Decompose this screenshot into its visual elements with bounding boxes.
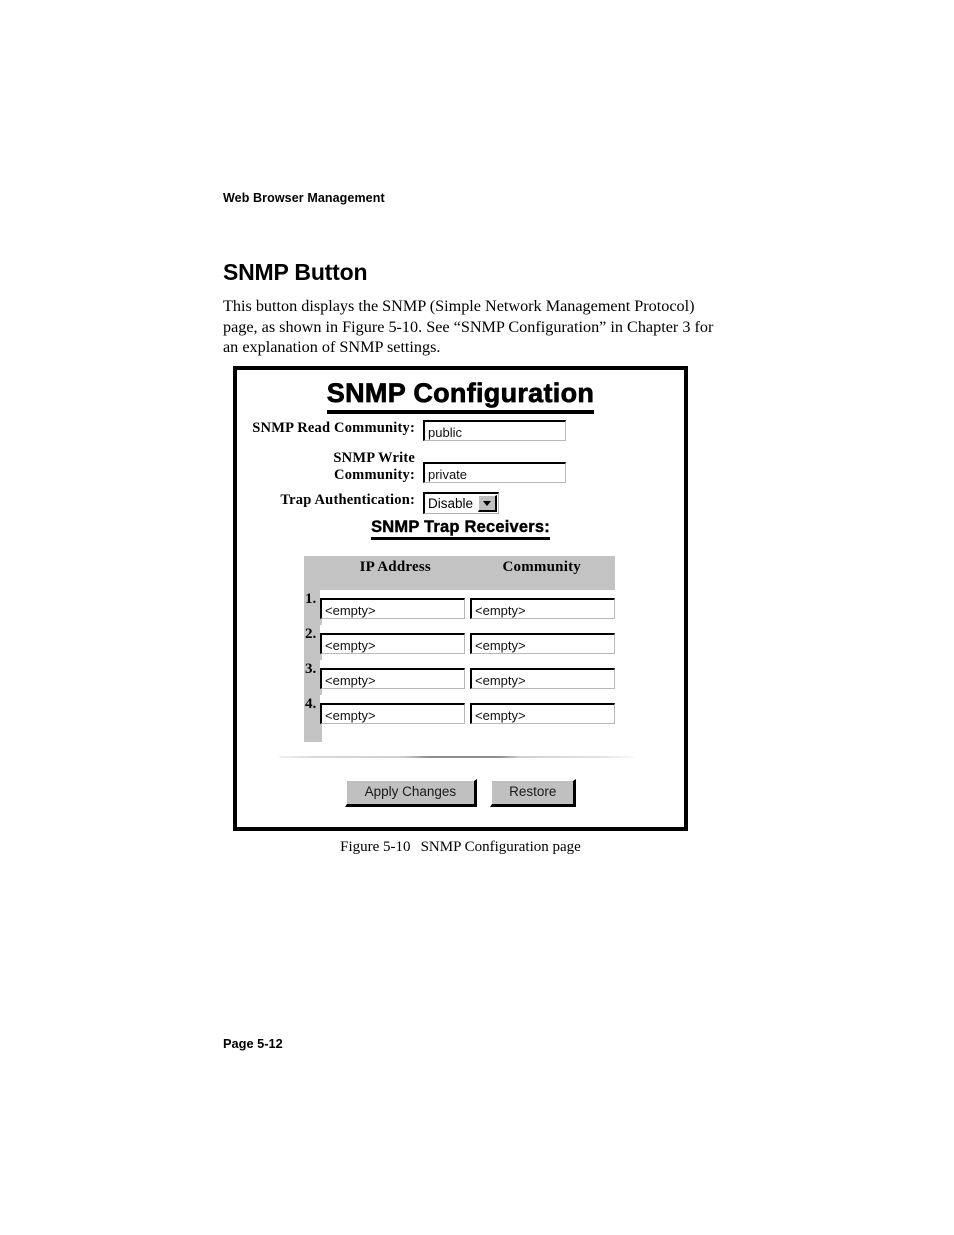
figure-caption-text: SNMP Configuration page <box>420 839 581 855</box>
write-community-control: private <box>423 462 566 483</box>
body-paragraph: This button displays the SNMP (Simple Ne… <box>223 297 714 357</box>
table-body: 1. <empty> <empty> 2. <empty> <empty> 3.… <box>304 590 615 742</box>
column-header-community: Community <box>502 559 581 575</box>
row-number-strip-tail <box>304 730 322 742</box>
trap-authentication-label: Trap Authentication: <box>280 492 415 508</box>
trap-receivers-heading: SNMP Trap Receivers: <box>237 518 684 540</box>
horizontal-divider <box>279 756 634 758</box>
trap-community-input-2[interactable]: <empty> <box>470 633 615 654</box>
table-row: 4. <empty> <empty> <box>304 695 615 730</box>
trap-ip-input-2[interactable]: <empty> <box>320 633 465 654</box>
row-number: 4. <box>305 696 317 712</box>
write-community-label-line1: SNMP Write <box>333 450 415 466</box>
snmp-configuration-page: SNMP Configuration SNMP Read Community: … <box>237 370 684 827</box>
cell-ip-address: <empty> <box>320 625 465 654</box>
trap-ip-input-3[interactable]: <empty> <box>320 668 465 689</box>
form-button-bar: Apply Changes Restore <box>237 779 684 807</box>
cell-ip-address: <empty> <box>320 695 465 724</box>
trap-community-input-1[interactable]: <empty> <box>470 598 615 619</box>
table-row: 1. <empty> <empty> <box>304 590 615 625</box>
trap-authentication-control: Disable <box>423 492 500 514</box>
cell-community: <empty> <box>470 590 615 619</box>
row-number: 2. <box>305 626 317 642</box>
figure-snmp-configuration: SNMP Configuration SNMP Read Community: … <box>233 366 688 831</box>
restore-button[interactable]: Restore <box>490 779 577 807</box>
snmp-page-heading: SNMP Configuration <box>237 378 684 414</box>
write-community-input[interactable]: private <box>423 462 566 483</box>
cell-community: <empty> <box>470 695 615 724</box>
row-number: 1. <box>305 591 317 607</box>
page-number-footer: Page 5-12 <box>223 1036 283 1051</box>
snmp-page-heading-text: SNMP Configuration <box>326 378 594 414</box>
cell-ip-address: <empty> <box>320 590 465 619</box>
write-community-label: SNMP Write Community: <box>237 450 415 484</box>
table-bottom-spacer <box>304 730 615 742</box>
figure-caption-number: Figure 5-10 <box>340 839 411 855</box>
trap-ip-input-1[interactable]: <empty> <box>320 598 465 619</box>
row-number: 3. <box>305 661 317 677</box>
trap-community-input-4[interactable]: <empty> <box>470 703 615 724</box>
trap-authentication-value: Disable <box>428 496 474 511</box>
table-row: 2. <empty> <empty> <box>304 625 615 660</box>
snmp-settings-form: SNMP Read Community: public SNMP Write C… <box>237 420 684 522</box>
table-header-number-spacer <box>304 556 322 590</box>
read-community-label: SNMP Read Community: <box>252 420 415 436</box>
chevron-down-glyph <box>483 500 492 506</box>
form-row-write-community: SNMP Write Community: private <box>237 450 684 492</box>
form-row-read-community: SNMP Read Community: public <box>237 420 684 450</box>
trap-receivers-table: IP Address Community 1. <empty> <empty> … <box>304 556 615 742</box>
read-community-input[interactable]: public <box>423 420 566 441</box>
column-header-ip-address: IP Address <box>359 559 431 575</box>
chevron-down-icon[interactable] <box>478 495 498 512</box>
trap-ip-input-4[interactable]: <empty> <box>320 703 465 724</box>
page-title: SNMP Button <box>223 259 368 286</box>
apply-changes-button[interactable]: Apply Changes <box>344 779 478 807</box>
write-community-label-line2: Community: <box>334 467 415 483</box>
read-community-control: public <box>423 420 566 441</box>
trap-community-input-3[interactable]: <empty> <box>470 668 615 689</box>
running-head: Web Browser Management <box>223 191 385 205</box>
figure-caption: Figure 5-10 SNMP Configuration page <box>233 839 688 856</box>
cell-community: <empty> <box>470 660 615 689</box>
trap-receivers-heading-text: SNMP Trap Receivers: <box>371 518 550 540</box>
table-header-row: IP Address Community <box>304 556 615 590</box>
cell-community: <empty> <box>470 625 615 654</box>
table-row: 3. <empty> <empty> <box>304 660 615 695</box>
trap-authentication-select[interactable]: Disable <box>423 492 500 514</box>
cell-ip-address: <empty> <box>320 660 465 689</box>
